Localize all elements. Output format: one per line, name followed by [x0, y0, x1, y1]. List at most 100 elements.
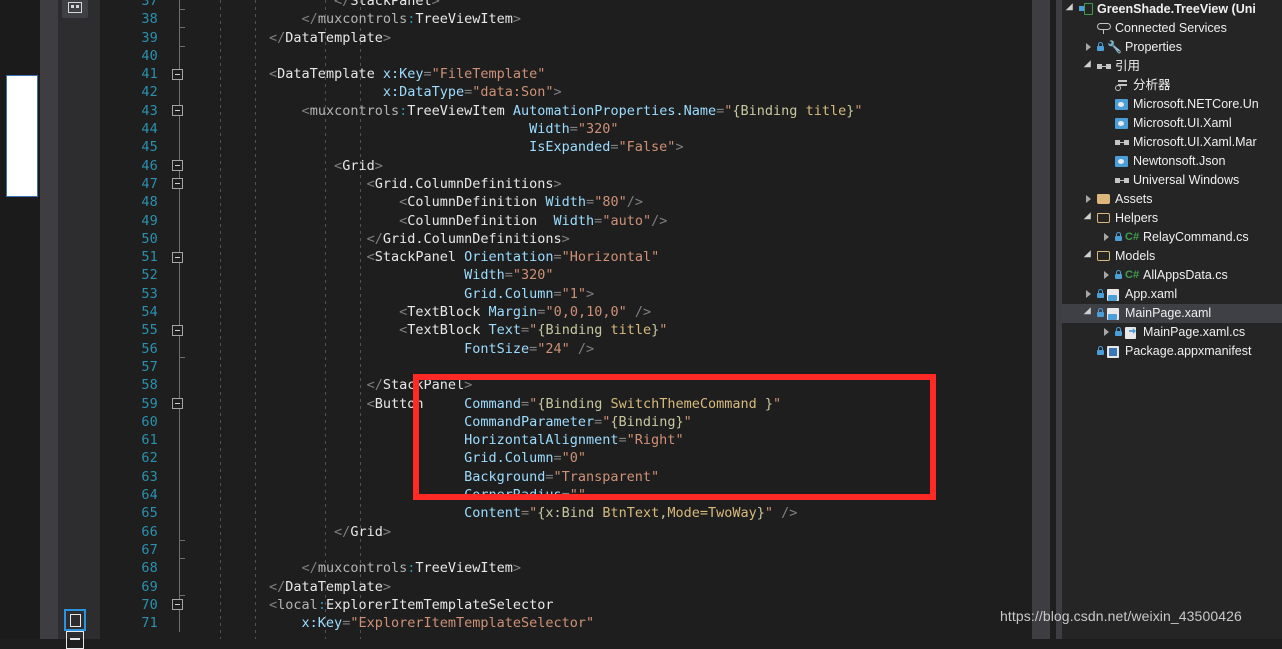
solution-explorer-item[interactable]: 引用: [1062, 57, 1282, 76]
code-text[interactable]: <StackPanel Orientation="Horizontal": [204, 248, 660, 266]
chevron-right-icon[interactable]: [1102, 233, 1111, 242]
code-text[interactable]: <ColumnDefinition Width="80"/>: [204, 193, 643, 211]
code-text[interactable]: </muxcontrols:TreeViewItem>: [204, 559, 522, 577]
solution-explorer-item[interactable]: App.xaml: [1062, 285, 1282, 304]
code-line[interactable]: 47 <Grid.ColumnDefinitions>: [100, 174, 1032, 194]
horizontal-split-layout-icon[interactable]: [66, 631, 84, 649]
fold-margin[interactable]: [172, 467, 186, 487]
fold-margin[interactable]: [172, 504, 186, 523]
code-line[interactable]: 69 </DataTemplate>: [100, 577, 1032, 596]
fold-margin[interactable]: [172, 595, 186, 615]
code-line[interactable]: 55 <TextBlock Text="{Binding title}": [100, 321, 1032, 340]
solution-explorer-item[interactable]: C# RelayCommand.cs: [1062, 228, 1282, 247]
code-text[interactable]: x:DataType="data:Son">: [204, 83, 562, 101]
code-line[interactable]: 61 HorizontalAlignment="Right": [100, 431, 1032, 450]
code-lines[interactable]: 37 </StackPanel> 38 </muxcontrols:TreeVie…: [100, 0, 1032, 633]
collapse-region-icon[interactable]: [172, 105, 183, 117]
fold-margin[interactable]: [172, 412, 186, 432]
code-line[interactable]: 49 <ColumnDefinition Width="auto"/>: [100, 211, 1032, 230]
solution-explorer-item[interactable]: Package.appxmanifest: [1062, 342, 1282, 361]
single-pane-layout-icon[interactable]: [64, 609, 86, 631]
code-text[interactable]: </StackPanel>: [204, 0, 440, 10]
solution-explorer-item[interactable]: Microsoft.UI.Xaml.Mar: [1062, 133, 1282, 152]
solution-explorer-item[interactable]: 🔧 Properties: [1062, 38, 1282, 57]
code-line[interactable]: 57: [100, 357, 1032, 377]
solution-explorer-item[interactable]: 分析器: [1062, 76, 1282, 95]
code-text[interactable]: Background="Transparent": [204, 468, 659, 486]
code-text[interactable]: </muxcontrols:TreeViewItem>: [204, 10, 522, 28]
code-text[interactable]: <local:ExplorerItemTemplateSelector: [204, 596, 554, 614]
solution-explorer-item[interactable]: Helpers: [1062, 209, 1282, 228]
code-line[interactable]: 59 <Button Command= " {Binding SwitchTheme…: [100, 394, 1032, 413]
code-text[interactable]: <TextBlock Text="{Binding title}": [204, 321, 667, 339]
code-text[interactable]: Grid.Column="1">: [204, 285, 594, 303]
outline-scrollbar-track[interactable]: [40, 0, 94, 639]
solution-explorer-item[interactable]: Universal Windows: [1062, 171, 1282, 190]
fold-margin[interactable]: [172, 577, 186, 596]
code-line[interactable]: 38 </muxcontrols:TreeViewItem>: [100, 10, 1032, 29]
fold-margin[interactable]: [172, 46, 186, 66]
fold-margin[interactable]: [172, 266, 186, 285]
fold-margin[interactable]: [172, 559, 186, 578]
code-text[interactable]: <Grid.ColumnDefinitions>: [204, 175, 562, 193]
code-text[interactable]: Width="320": [204, 266, 553, 284]
code-line[interactable]: 54 <TextBlock Margin="0,0,10,0" />: [100, 303, 1032, 322]
solution-explorer-item[interactable]: Microsoft.UI.Xaml: [1062, 114, 1282, 133]
collapse-region-icon[interactable]: [172, 398, 183, 410]
collapse-region-icon[interactable]: [172, 178, 183, 190]
chevron-down-icon[interactable]: [1084, 62, 1093, 71]
code-line[interactable]: 46 <Grid>: [100, 156, 1032, 175]
code-text[interactable]: CornerRadius="": [204, 486, 586, 504]
fold-margin[interactable]: [172, 28, 186, 47]
editor-scrollbar-track[interactable]: [1032, 0, 1050, 639]
collapse-region-icon[interactable]: [172, 251, 183, 263]
fold-margin[interactable]: [172, 83, 186, 102]
code-text[interactable]: Width="320": [204, 120, 618, 138]
solution-explorer-item[interactable]: MainPage.xaml.cs: [1062, 323, 1282, 342]
code-text[interactable]: </Grid>: [204, 523, 391, 541]
code-line[interactable]: 71 x:Key="ExplorerItemTemplateSelector": [100, 614, 1032, 633]
solution-explorer-item[interactable]: MainPage.xaml: [1062, 304, 1282, 323]
fold-margin[interactable]: [172, 211, 186, 230]
code-line[interactable]: 66 </Grid>: [100, 522, 1032, 541]
fold-margin[interactable]: [172, 303, 186, 322]
code-line[interactable]: 64 CornerRadius="": [100, 486, 1032, 505]
code-line[interactable]: 50 </Grid.ColumnDefinitions>: [100, 229, 1032, 249]
fold-margin[interactable]: [172, 248, 186, 267]
solution-explorer-item[interactable]: Newtonsoft.Json: [1062, 152, 1282, 171]
code-text[interactable]: IsExpanded="False">: [204, 138, 683, 156]
chevron-down-icon[interactable]: [1084, 309, 1093, 318]
collapse-region-icon[interactable]: [172, 160, 183, 172]
code-line[interactable]: 62 Grid.Column="0": [100, 449, 1032, 468]
code-line[interactable]: 48 <ColumnDefinition Width="80"/>: [100, 193, 1032, 212]
solution-explorer-item[interactable]: Assets: [1062, 190, 1282, 209]
solution-explorer-item[interactable]: GreenShade.TreeView (Uni: [1062, 0, 1282, 19]
code-editor[interactable]: 37 </StackPanel> 38 </muxcontrols:TreeVie…: [100, 0, 1032, 639]
fold-margin[interactable]: [172, 229, 186, 249]
fold-margin[interactable]: [172, 321, 186, 340]
code-line[interactable]: 37 </StackPanel>: [100, 0, 1032, 11]
code-line[interactable]: 67: [100, 540, 1032, 560]
code-line[interactable]: 56 FontSize="24" />: [100, 339, 1032, 358]
code-text[interactable]: Grid.Column="0": [204, 449, 586, 467]
code-line[interactable]: 70 <local:ExplorerItemTemplateSelector: [100, 595, 1032, 615]
code-text[interactable]: <Button Command= " {Binding SwitchThemeCom…: [204, 395, 782, 413]
fold-margin[interactable]: [172, 357, 186, 377]
code-line[interactable]: 52 Width="320": [100, 266, 1032, 285]
fold-margin[interactable]: [172, 0, 186, 11]
chevron-right-icon[interactable]: [1102, 271, 1111, 280]
chevron-down-icon[interactable]: [1066, 5, 1075, 14]
solution-explorer-item[interactable]: C# AllAppsData.cs: [1062, 266, 1282, 285]
chevron-down-icon[interactable]: [1084, 214, 1093, 223]
fold-margin[interactable]: [172, 540, 186, 560]
collapse-region-icon[interactable]: [172, 599, 183, 611]
code-text[interactable]: FontSize="24" />: [204, 340, 594, 358]
code-text[interactable]: <ColumnDefinition Width="auto"/>: [204, 212, 667, 230]
code-text[interactable]: <DataTemplate x:Key="FileTemplate": [204, 65, 545, 83]
collapse-region-icon[interactable]: [172, 68, 183, 80]
fold-margin[interactable]: [172, 138, 186, 157]
code-text[interactable]: x:Key="ExplorerItemTemplateSelector": [204, 614, 595, 632]
code-line[interactable]: 65 Content="{x:Bind BtnText,Mode=TwoWay}…: [100, 504, 1032, 523]
code-line[interactable]: 44 Width="320": [100, 120, 1032, 139]
solution-explorer-item[interactable]: Models: [1062, 247, 1282, 266]
